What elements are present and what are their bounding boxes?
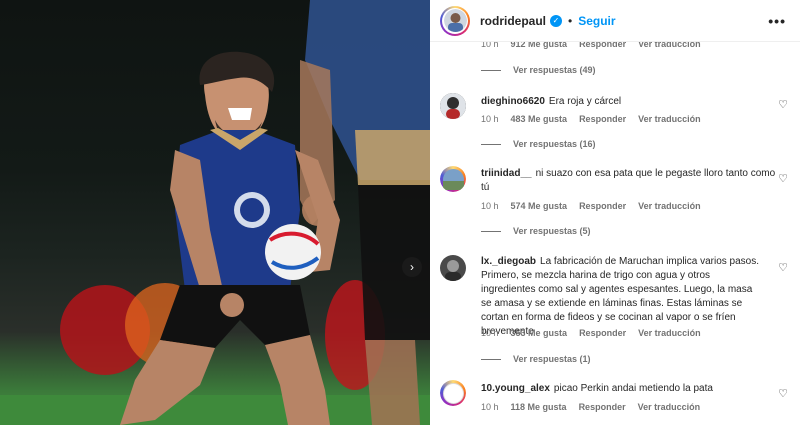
post-photo[interactable]: ›	[0, 0, 430, 425]
view-replies-button[interactable]: Ver respuestas (49)	[481, 65, 596, 75]
comment-time: 10 h	[481, 114, 499, 124]
view-replies-button[interactable]: Ver respuestas (1)	[481, 354, 591, 364]
author-avatar-icon	[443, 9, 467, 32]
reply-button[interactable]: Responder	[579, 201, 626, 211]
replies-divider	[481, 358, 501, 360]
chevron-right-icon: ›	[410, 260, 414, 274]
comment-text: triinidad__ ni suazo con esa pata que le …	[481, 167, 776, 195]
user-avatar-icon	[440, 255, 466, 281]
comment-username[interactable]: triinidad__	[481, 168, 532, 179]
comment-likes[interactable]: 353 Me gusta	[511, 328, 568, 338]
avatar[interactable]	[440, 93, 466, 119]
comment-meta: 10 h 118 Me gusta Responder Ver traducci…	[481, 402, 712, 412]
post-header: rodridepaul ✓ • Seguir •••	[430, 0, 800, 42]
comment-username[interactable]: lx._diegoab	[481, 256, 536, 267]
reply-button[interactable]: Responder	[579, 328, 626, 338]
comment-time: 10 h	[481, 402, 499, 412]
author-avatar[interactable]	[440, 5, 470, 36]
comment-body: La fabricación de Maruchan implica vario…	[481, 256, 760, 337]
heart-icon[interactable]: ♡	[778, 387, 788, 400]
comment-meta: 10 h 574 Me gusta Responder Ver traducci…	[481, 201, 713, 211]
story-ring	[440, 380, 466, 406]
translate-button[interactable]: Ver traducción	[638, 402, 701, 412]
replies-divider	[481, 230, 501, 232]
heart-icon[interactable]: ♡	[778, 261, 788, 274]
default-avatar-icon	[442, 382, 464, 404]
next-photo-button[interactable]: ›	[402, 257, 422, 277]
avatar[interactable]	[440, 380, 466, 406]
view-replies-label: Ver respuestas (5)	[513, 226, 591, 236]
comments-panel: 10 h 912 Me gusta Responder Ver traducci…	[430, 0, 800, 425]
post-viewer: › 10 h 912 Me gusta Responder Ver traduc…	[0, 0, 800, 425]
replies-divider	[481, 143, 501, 145]
translate-button[interactable]: Ver traducción	[638, 201, 701, 211]
comment-likes[interactable]: 118 Me gusta	[511, 402, 567, 412]
comment-body: picao Perkin andai metiendo la pata	[553, 383, 713, 394]
reply-button[interactable]: Responder	[579, 114, 626, 124]
comment-text: lx._diegoab La fabricación de Maruchan im…	[481, 255, 763, 339]
comment-time: 10 h	[481, 201, 499, 211]
heart-icon[interactable]: ♡	[778, 98, 788, 111]
heart-icon[interactable]: ♡	[778, 172, 788, 185]
more-options-icon[interactable]: •••	[768, 13, 786, 29]
view-replies-label: Ver respuestas (16)	[513, 139, 596, 149]
comment-meta: 10 h 483 Me gusta Responder Ver traducci…	[481, 114, 713, 124]
view-replies-button[interactable]: Ver respuestas (5)	[481, 226, 591, 236]
translate-button[interactable]: Ver traducción	[638, 328, 701, 338]
comment-time: 10 h	[481, 328, 499, 338]
comment-likes[interactable]: 574 Me gusta	[511, 201, 568, 211]
avatar[interactable]	[440, 166, 466, 192]
story-ring	[440, 166, 466, 192]
user-avatar-icon	[440, 93, 466, 119]
avatar[interactable]	[440, 255, 466, 281]
view-replies-label: Ver respuestas (1)	[513, 354, 591, 364]
avatar-inner	[442, 7, 468, 34]
comment-username[interactable]: 10.young_alex	[481, 383, 550, 394]
comment-body: Era roja y cárcel	[548, 96, 622, 107]
translate-button[interactable]: Ver traducción	[638, 114, 701, 124]
view-replies-label: Ver respuestas (49)	[513, 65, 596, 75]
author-username[interactable]: rodridepaul	[480, 14, 546, 28]
comment-username[interactable]: dieghino6620	[481, 96, 545, 107]
comment-text: 10.young_alex picao Perkin andai metiendo…	[481, 382, 776, 396]
reply-button[interactable]: Responder	[579, 402, 626, 412]
replies-divider	[481, 69, 501, 71]
verified-badge-icon: ✓	[550, 14, 563, 27]
separator-dot: •	[568, 13, 573, 28]
photo-illustration	[0, 0, 430, 425]
comment-text: dieghino6620 Era roja y cárcel	[481, 95, 776, 109]
comment-meta: 10 h 353 Me gusta Responder Ver traducci…	[481, 328, 713, 338]
comment-likes[interactable]: 483 Me gusta	[511, 114, 568, 124]
follow-button[interactable]: Seguir	[578, 14, 615, 28]
view-replies-button[interactable]: Ver respuestas (16)	[481, 139, 596, 149]
user-avatar-icon	[442, 168, 464, 190]
